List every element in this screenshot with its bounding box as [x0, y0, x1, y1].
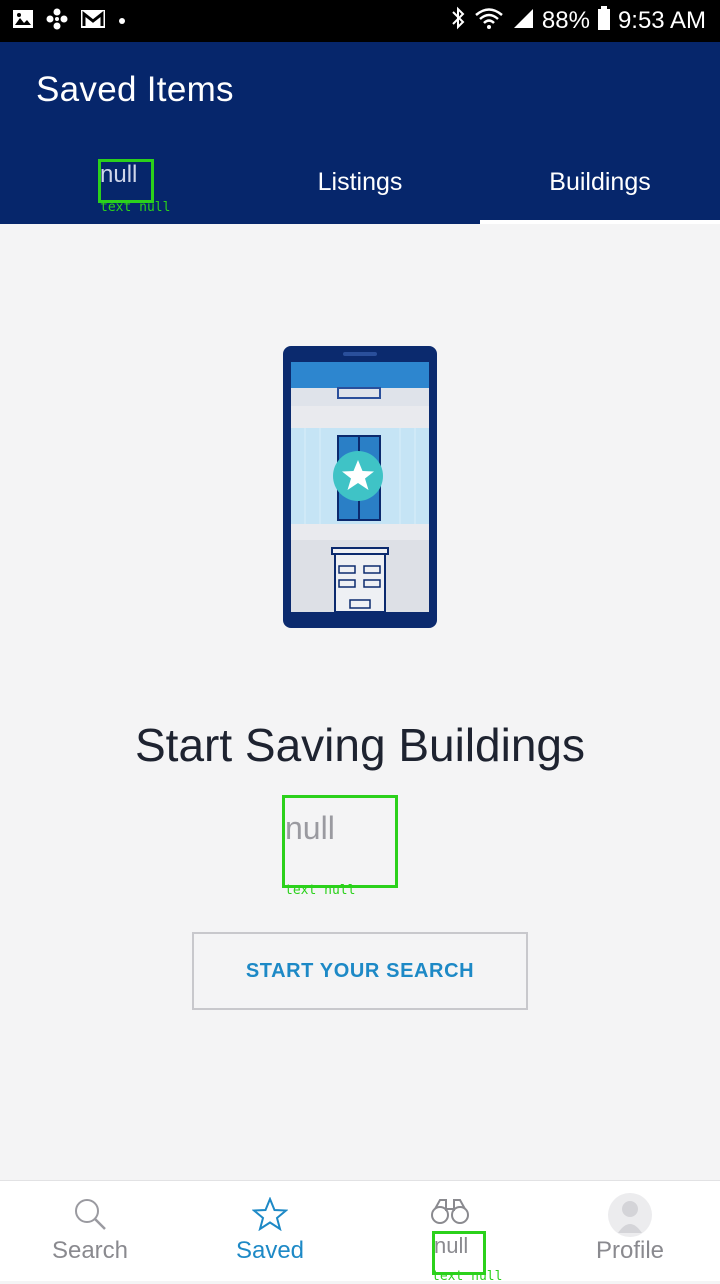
nav-null[interactable]: null text null: [360, 1181, 540, 1284]
status-time: 9:53 AM: [617, 7, 706, 34]
star-icon: [251, 1196, 289, 1236]
battery-icon: [597, 5, 610, 37]
bottom-nav: Search Saved null text null Profile: [0, 1180, 720, 1284]
app-header: Saved Items null text null Listings Buil…: [0, 42, 720, 224]
tab-buildings-label: Buildings: [549, 167, 651, 196]
binoculars-icon: [430, 1197, 470, 1230]
page-title: Saved Items: [36, 70, 234, 109]
wifi-icon: [474, 6, 504, 37]
image-icon: [12, 9, 34, 34]
status-right: 88% 9:53 AM: [450, 0, 706, 42]
empty-state-subtext-caption: text null: [285, 883, 356, 898]
dot-icon: [118, 12, 126, 30]
signal-icon: [512, 7, 534, 36]
nav-saved[interactable]: Saved: [180, 1181, 360, 1281]
tab-null-caption: text null: [100, 200, 171, 215]
phone-building-star-illustration: [280, 344, 440, 630]
empty-state-subtext: null: [285, 810, 335, 846]
start-search-button[interactable]: START YOUR SEARCH: [192, 932, 528, 1010]
tab-listings-label: Listings: [317, 167, 403, 196]
tab-label-null: null: [100, 161, 138, 188]
nav-saved-label: Saved: [235, 1237, 305, 1264]
tab-listings[interactable]: Listings: [240, 150, 480, 224]
search-icon: [73, 1197, 107, 1236]
pinwheel-icon: [46, 8, 68, 35]
nav-profile-label: Profile: [595, 1237, 665, 1264]
empty-state-headline: Start Saving Buildings: [134, 719, 586, 771]
status-left-icons: [12, 8, 126, 34]
nav-null-label: null: [434, 1233, 469, 1258]
battery-percent: 88%: [541, 7, 590, 34]
avatar-icon: [608, 1193, 652, 1242]
nav-null-caption: text null: [432, 1269, 503, 1284]
nav-profile[interactable]: Profile: [540, 1181, 720, 1281]
gmail-icon: [80, 9, 106, 34]
nav-search-label: Search: [51, 1237, 129, 1264]
tab-buildings[interactable]: Buildings: [480, 150, 720, 224]
tab-unlabeled[interactable]: null text null: [0, 150, 240, 224]
bluetooth-icon: [450, 6, 466, 37]
nav-search[interactable]: Search: [0, 1181, 180, 1281]
tab-bar: null text null Listings Buildings: [0, 150, 720, 224]
status-bar: 88% 9:53 AM: [0, 0, 720, 42]
